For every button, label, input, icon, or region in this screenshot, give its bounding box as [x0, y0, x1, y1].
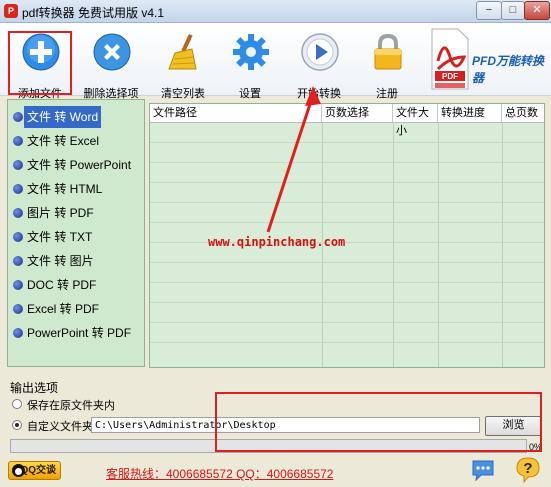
bullet-icon [13, 232, 23, 242]
bullet-icon [13, 280, 23, 290]
clear-list-button[interactable]: 清空列表 [150, 25, 216, 100]
start-convert-label: 开始转换 [297, 88, 341, 100]
close-button[interactable]: ✕ [524, 1, 550, 20]
table-header: 文件路径 页数选择 文件大小 转换进度 总页数 [150, 104, 544, 137]
app-window: P pdf转换器 免费试用版 v4.1 − □ ✕ 添加文件 删除选择项 清空列… [0, 0, 551, 487]
delete-selected-button[interactable]: 删除选择项 [78, 25, 144, 100]
menu-item-doc-to-pdf[interactable]: DOC 转 PDF [8, 274, 144, 296]
conversion-menu: 文件 转 Word 文件 转 Excel 文件 转 PowerPoint 文件 … [7, 99, 145, 367]
broom-icon [168, 33, 197, 70]
minimize-button[interactable]: − [476, 1, 502, 20]
menu-item-file-to-powerpoint[interactable]: 文件 转 PowerPoint [8, 154, 144, 176]
custom-folder-radio[interactable] [12, 420, 22, 430]
row-divider [150, 142, 544, 143]
svg-text:?: ? [523, 460, 532, 477]
maximize-button[interactable]: □ [501, 1, 525, 20]
lock-icon [374, 33, 402, 70]
window-title: pdf转换器 免费试用版 v4.1 [22, 6, 165, 20]
menu-item-file-to-html[interactable]: 文件 转 HTML [8, 178, 144, 200]
menu-item-file-to-word[interactable]: 文件 转 Word [8, 106, 144, 128]
bullet-icon [13, 304, 23, 314]
qq-penguin-icon [12, 464, 25, 477]
save-same-folder-radio[interactable] [12, 399, 22, 409]
menu-item-excel-to-pdf[interactable]: Excel 转 PDF [8, 298, 144, 320]
column-header-pages[interactable]: 页数选择 [322, 104, 393, 122]
row-divider [150, 202, 544, 203]
menu-item-file-to-image[interactable]: 文件 转 图片 [8, 250, 144, 272]
add-file-highlight [8, 31, 72, 95]
title-bar[interactable]: P pdf转换器 免费试用版 v4.1 − □ ✕ [0, 0, 551, 23]
menu-item-file-to-txt[interactable]: 文件 转 TXT [8, 226, 144, 248]
register-label: 注册 [376, 88, 398, 100]
watermark-text: www.qinpinchang.com [208, 235, 346, 249]
settings-button[interactable]: 设置 [217, 25, 283, 100]
gear-icon [233, 34, 269, 70]
help-icon[interactable]: ? [516, 457, 540, 483]
pdf-document-icon: PDF [431, 28, 469, 90]
row-divider [150, 342, 544, 343]
column-header-size[interactable]: 文件大小 [393, 104, 438, 137]
menu-item-powerpoint-to-pdf[interactable]: PowerPoint 转 PDF [8, 322, 144, 344]
output-options-title: 输出选项 [10, 381, 59, 395]
column-divider [502, 122, 503, 367]
row-divider [150, 322, 544, 323]
bullet-icon [13, 160, 23, 170]
output-area-highlight [215, 392, 542, 452]
qq-chat-button[interactable]: QQ交谈 [8, 461, 61, 480]
row-divider [150, 282, 544, 283]
column-header-total-pages[interactable]: 总页数 [502, 104, 544, 122]
bullet-icon [13, 208, 23, 218]
settings-label: 设置 [239, 88, 261, 100]
brand-name: PFD万能转换器 [472, 54, 545, 85]
delete-icon [93, 33, 131, 71]
row-divider [150, 222, 544, 223]
start-convert-button[interactable]: 开始转换 [286, 25, 352, 100]
column-divider [393, 122, 394, 367]
register-button[interactable]: 注册 [354, 25, 420, 100]
column-header-path[interactable]: 文件路径 [150, 104, 322, 122]
custom-folder-label[interactable]: 自定义文件夹 [27, 418, 93, 434]
app-pdf-icon: P [4, 4, 18, 18]
row-divider [150, 182, 544, 183]
save-same-folder-label[interactable]: 保存在原文件夹内 [27, 397, 115, 413]
row-divider [150, 162, 544, 163]
bullet-icon [13, 112, 23, 122]
menu-item-file-to-excel[interactable]: 文件 转 Excel [8, 130, 144, 152]
brand-logo: PDF PFD万能转换器 [430, 25, 548, 93]
play-icon [301, 33, 339, 71]
row-divider [150, 262, 544, 263]
pdf-icon-text: PDF [442, 72, 458, 81]
bullet-icon [13, 328, 23, 338]
column-header-progress[interactable]: 转换进度 [438, 104, 502, 122]
support-hotline-link[interactable]: 客服热线：4006685572 QQ：4006685572 [106, 465, 333, 482]
column-divider [438, 122, 439, 367]
bullet-icon [13, 184, 23, 194]
clear-list-label: 清空列表 [161, 88, 205, 100]
bullet-icon [13, 136, 23, 146]
menu-item-image-to-pdf[interactable]: 图片 转 PDF [8, 202, 144, 224]
chat-bubble-icon[interactable] [471, 459, 495, 481]
row-divider [150, 302, 544, 303]
bullet-icon [13, 256, 23, 266]
